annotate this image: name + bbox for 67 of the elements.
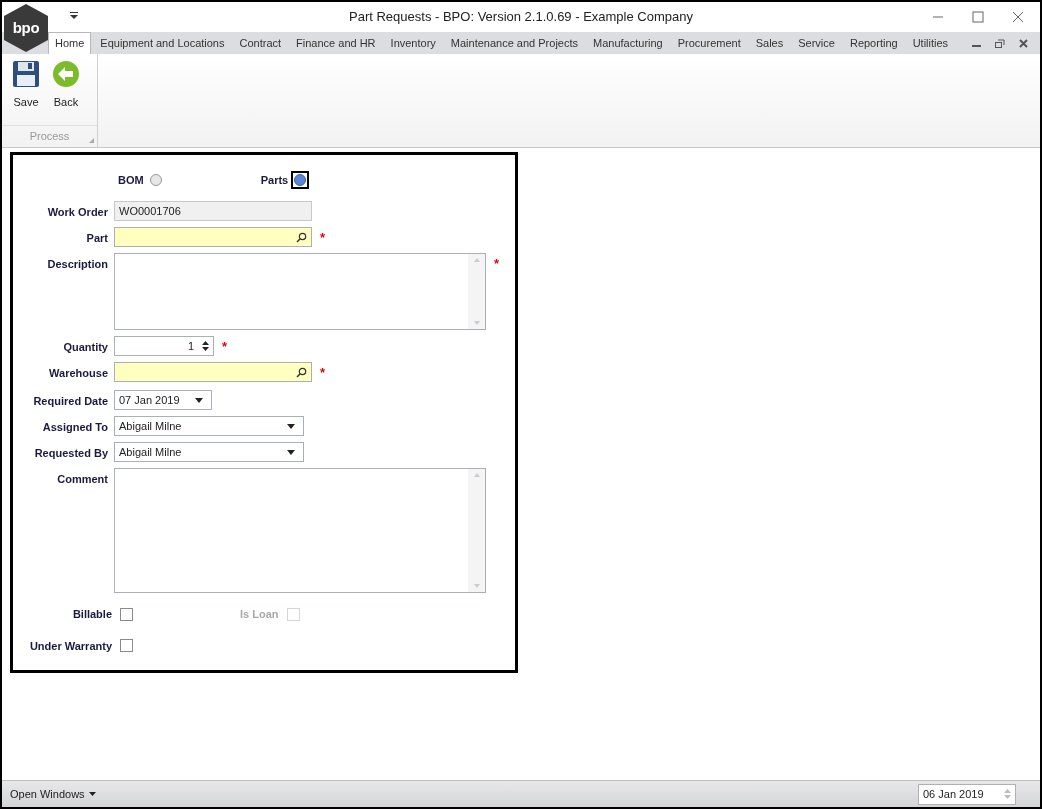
dropdown-arrow-icon — [287, 423, 295, 429]
scroll-down-icon[interactable] — [473, 321, 480, 325]
required-mark: * — [320, 366, 326, 379]
search-icon[interactable] — [296, 366, 307, 378]
spin-arrows-icon[interactable] — [202, 340, 209, 352]
required-mark: * — [320, 231, 326, 244]
field-label: Comment — [56, 472, 109, 487]
checkbox[interactable] — [120, 607, 133, 621]
ribbon-tab[interactable]: Finance and HR — [290, 32, 382, 54]
field-label: Assigned To — [41, 420, 109, 435]
text-area[interactable] — [114, 253, 486, 330]
radio-option[interactable]: Parts — [260, 171, 310, 189]
required-mark: * — [222, 340, 228, 353]
close-icon[interactable] — [1012, 11, 1024, 23]
radio-option[interactable]: BOM — [118, 171, 165, 189]
dialog-launcher-icon[interactable] — [89, 138, 94, 143]
checkbox-label: Under Warranty — [28, 638, 113, 654]
ribbon-tab[interactable]: Utilities — [906, 32, 955, 54]
checkbox[interactable] — [120, 639, 133, 653]
field-label: Work Order — [46, 205, 109, 220]
required-mark: * — [494, 257, 500, 270]
ribbon-tab[interactable]: Equipment and Locations — [94, 32, 231, 54]
radio-button[interactable] — [291, 171, 310, 189]
checkbox-label: Is Loan — [240, 607, 280, 622]
quantity-field[interactable]: 1 — [114, 336, 214, 356]
save-button[interactable]: Save — [10, 60, 42, 125]
ribbon-tab[interactable]: Service — [792, 32, 841, 54]
scrollbar[interactable] — [468, 469, 485, 592]
maximize-icon[interactable] — [972, 11, 984, 23]
ribbon-tab[interactable]: Maintenance and Projects — [444, 32, 584, 54]
field-label: Required Date — [32, 394, 109, 409]
checkbox-label: Billable — [71, 607, 113, 622]
dropdown-field[interactable]: Abigail Milne — [114, 416, 304, 436]
back-button[interactable]: Back — [50, 60, 82, 125]
quick-access-arrow-icon[interactable] — [70, 12, 78, 19]
dropdown-arrow-icon — [287, 449, 295, 455]
field-label: Requested By — [33, 446, 109, 461]
field-label: Description — [46, 257, 109, 272]
field-label: Part — [85, 231, 109, 246]
ribbon-tab[interactable]: Inventory — [384, 32, 442, 54]
field-label: Warehouse — [48, 366, 109, 381]
date-field[interactable]: 07 Jan 2019 — [114, 390, 212, 410]
ribbon-tab[interactable]: Manufacturing — [587, 32, 669, 54]
dropdown-field[interactable]: Abigail Milne — [114, 442, 304, 462]
field-label: Quantity — [62, 340, 109, 355]
search-icon[interactable] — [296, 231, 307, 243]
open-windows-button[interactable]: Open Windows — [10, 785, 96, 803]
ribbon-tab[interactable]: Sales — [749, 32, 790, 54]
lookup-field[interactable] — [114, 227, 312, 247]
caret-icon — [88, 792, 96, 796]
dropdown-arrow-icon — [195, 397, 203, 403]
group-label: Process — [29, 129, 70, 145]
scroll-up-icon[interactable] — [473, 258, 480, 262]
scroll-up-icon[interactable] — [473, 473, 480, 477]
window-title: Part Requests - BPO: Version 2.1.0.69 - Example Company — [349, 8, 693, 27]
mdi-close-icon[interactable] — [1019, 38, 1028, 48]
work-order-field[interactable]: WO0001706 — [114, 201, 312, 221]
status-date-field[interactable]: 06 Jan 2019 — [918, 783, 1016, 805]
text-area[interactable] — [114, 468, 486, 593]
ribbon-tab[interactable]: Reporting — [843, 32, 904, 54]
scrollbar[interactable] — [468, 254, 485, 329]
scroll-down-icon[interactable] — [473, 584, 480, 588]
lookup-field[interactable] — [114, 362, 312, 382]
ribbon-tab[interactable]: Contract — [233, 32, 288, 54]
mdi-restore-icon[interactable] — [995, 38, 1005, 48]
ribbon-tab[interactable]: Procurement — [671, 32, 747, 54]
ribbon-tab[interactable]: Home — [48, 32, 92, 54]
